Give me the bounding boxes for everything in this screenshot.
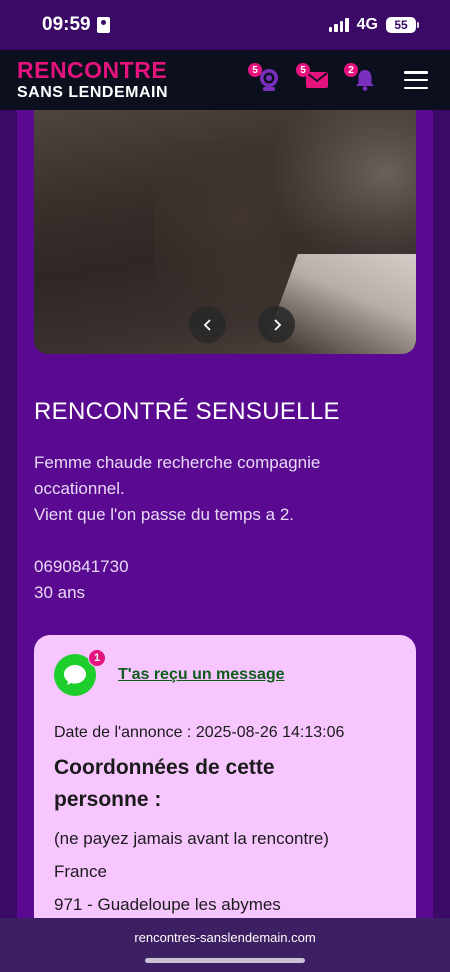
chevron-right-icon (273, 318, 281, 331)
payment-warning: (ne payez jamais avant la rencontre) (54, 829, 329, 848)
header-icons: 5 5 2 (248, 63, 428, 93)
notifications-badge: 2 (344, 63, 358, 77)
carousel-prev-button[interactable] (189, 306, 226, 343)
webcam-badge: 5 (248, 63, 262, 77)
site-logo[interactable]: RENCONTRE SANS LENDEMAIN (17, 59, 168, 101)
network-label: 4G (356, 16, 378, 33)
ad-date: Date de l'annonce : 2025-08-26 14:13:06 (54, 724, 345, 741)
browser-url-bar[interactable]: rencontres-sanslendemain.com (0, 918, 450, 972)
notifications-button[interactable]: 2 (344, 63, 380, 93)
description-line: Femme chaude recherche compagnie occatio… (34, 453, 321, 498)
status-indicators: 4G 55 (328, 16, 419, 34)
message-row: 1 T'as reçu un message (54, 649, 396, 697)
ad-description: Femme chaude recherche compagnie occatio… (34, 450, 404, 606)
messages-badge: 5 (296, 63, 310, 77)
contact-info-card: 1 T'as reçu un message Date de l'annonce… (34, 635, 416, 935)
country: France (54, 862, 107, 881)
logo-line1: RENCONTRE (17, 57, 168, 83)
status-time-group: 09:59 (42, 14, 110, 36)
home-indicator[interactable] (145, 958, 305, 963)
status-bar: 09:59 4G 55 (0, 0, 450, 50)
messages-button[interactable]: 5 (296, 63, 332, 93)
phone-number: 0690841730 (34, 557, 129, 576)
chat-button[interactable]: 1 (54, 649, 106, 696)
chevron-left-icon (203, 318, 211, 331)
ad-photo[interactable] (34, 110, 416, 354)
ad-title: RENCONTRÉ SENSUELLE (34, 398, 340, 425)
status-time: 09:59 (42, 14, 91, 35)
contact-details-title: Coordonnées de cette personne : (54, 756, 275, 811)
chat-bubble-icon (64, 665, 86, 685)
logo-line2: SANS LENDEMAIN (17, 84, 169, 101)
url-text[interactable]: rencontres-sanslendemain.com (134, 930, 315, 945)
signal-icon (328, 18, 349, 32)
battery-level: 55 (394, 18, 408, 32)
hamburger-menu-icon[interactable] (404, 71, 428, 89)
battery-icon: 55 (386, 17, 419, 33)
description-line (34, 528, 404, 554)
envelope-icon (306, 72, 328, 88)
webcam-button[interactable]: 5 (248, 63, 284, 93)
region: 971 - Guadeloupe les abymes (54, 895, 281, 914)
description-line: Vient que l'on passe du temps a 2. (34, 505, 294, 524)
carousel-next-button[interactable] (258, 306, 295, 343)
contact-card-icon (96, 17, 110, 33)
age: 30 ans (34, 583, 86, 602)
message-badge: 1 (88, 649, 106, 667)
site-header: RENCONTRE SANS LENDEMAIN 5 5 2 (0, 50, 450, 110)
message-link[interactable]: T'as reçu un message (118, 666, 285, 684)
main-content: RENCONTRÉ SENSUELLE Femme chaude recherc… (0, 110, 450, 935)
bell-icon (356, 70, 374, 91)
